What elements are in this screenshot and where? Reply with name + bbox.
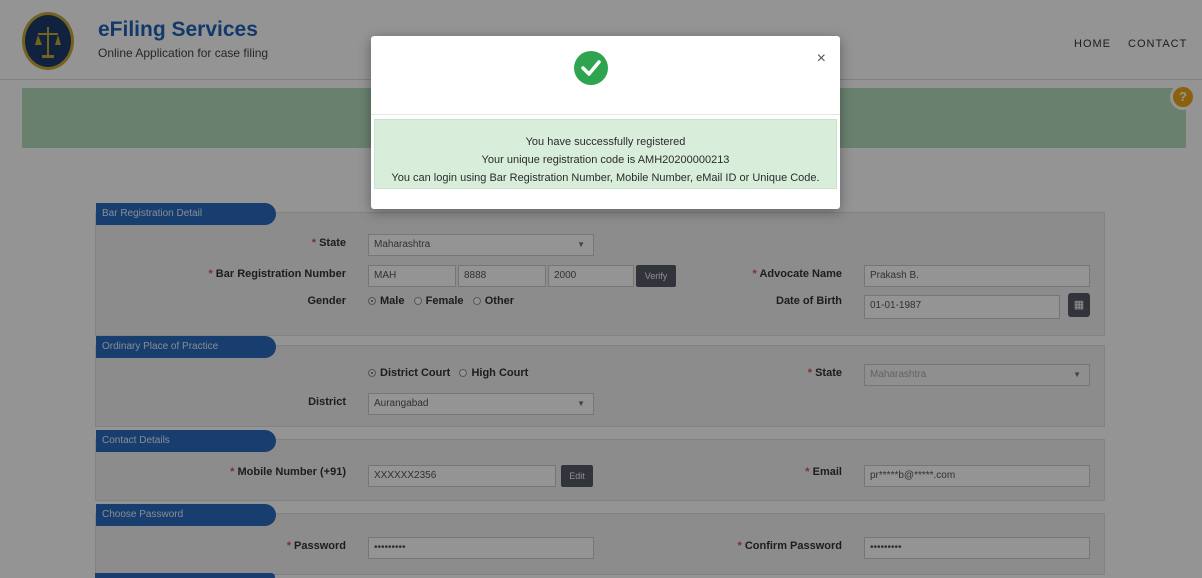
registration-code-message: Your unique registration code is AMH2020… <box>481 154 730 166</box>
success-message: You have successfully registered <box>525 136 686 148</box>
login-hint-message: You can login using Bar Registration Num… <box>391 172 820 184</box>
success-modal: × You have successfully registered Your … <box>371 36 840 209</box>
close-icon[interactable]: × <box>817 50 826 68</box>
modal-divider <box>371 114 840 115</box>
success-check-icon <box>574 51 608 85</box>
success-alert: You have successfully registered Your un… <box>374 119 837 189</box>
